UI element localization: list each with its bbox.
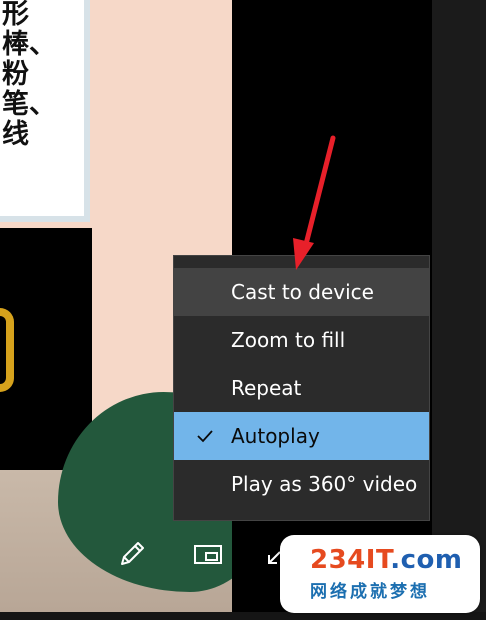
menu-item-play-360-video[interactable]: Play as 360° video bbox=[174, 460, 429, 508]
watermark-site: 234IT.com bbox=[310, 545, 463, 575]
context-menu: Cast to device Zoom to fill Repeat Autop… bbox=[173, 255, 430, 521]
yellow-character-fragment bbox=[0, 308, 14, 392]
menu-item-label: Autoplay bbox=[231, 424, 320, 448]
watermark-logo: 234IT.com 网络成就梦想 bbox=[280, 535, 480, 613]
menu-item-label: Play as 360° video bbox=[231, 472, 418, 496]
paper-sign: 形 棒、 粉 笔、 线 bbox=[0, 0, 90, 222]
menu-item-label: Cast to device bbox=[231, 280, 374, 304]
bottom-strip bbox=[0, 612, 486, 620]
checkmark-icon bbox=[197, 430, 213, 443]
menu-item-cast-to-device[interactable]: Cast to device bbox=[174, 268, 429, 316]
pencil-icon[interactable] bbox=[116, 538, 148, 570]
paper-sign-text: 形 棒、 粉 笔、 线 bbox=[2, 0, 56, 150]
window-edge bbox=[432, 0, 486, 620]
watermark-tagline: 网络成就梦想 bbox=[310, 582, 430, 602]
menu-item-repeat[interactable]: Repeat bbox=[174, 364, 429, 412]
menu-item-label: Zoom to fill bbox=[231, 328, 346, 352]
menu-item-zoom-to-fill[interactable]: Zoom to fill bbox=[174, 316, 429, 364]
menu-item-autoplay[interactable]: Autoplay bbox=[174, 412, 429, 460]
menu-item-label: Repeat bbox=[231, 376, 302, 400]
picture-in-picture-icon[interactable] bbox=[192, 538, 224, 570]
